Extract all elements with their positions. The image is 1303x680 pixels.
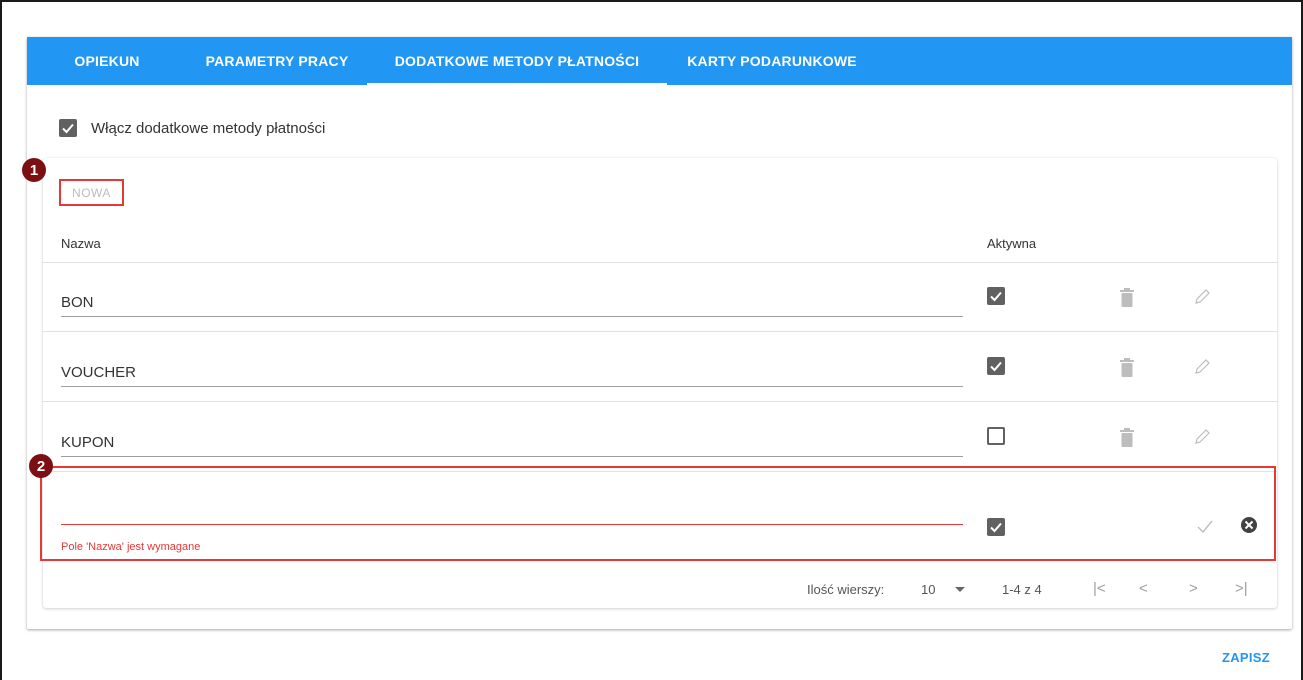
- next-page-icon[interactable]: >: [1189, 580, 1198, 597]
- prev-page-icon[interactable]: <: [1139, 580, 1148, 597]
- cancel-circle-icon[interactable]: [1240, 516, 1258, 534]
- first-page-icon[interactable]: |<: [1093, 580, 1106, 597]
- tab-parametry-pracy[interactable]: PARAMETRY PRACY: [187, 37, 367, 85]
- active-checkbox[interactable]: [987, 518, 1005, 536]
- trash-icon[interactable]: [1119, 288, 1135, 308]
- table-row: KUPON: [43, 403, 1277, 472]
- check-icon: [990, 522, 1002, 533]
- pagination: Ilość wierszy: 10 1-4 z 4 |< < > >|: [43, 570, 1277, 608]
- check-icon: [990, 291, 1002, 302]
- table-row: BON: [43, 263, 1277, 332]
- rows-per-page-label: Ilość wierszy:: [807, 582, 885, 597]
- active-checkbox[interactable]: [987, 287, 1005, 305]
- enable-payment-methods: Włącz dodatkowe metody płatności: [59, 119, 325, 137]
- column-header-name: Nazwa: [61, 236, 101, 251]
- tab-opiekun[interactable]: OPIEKUN: [27, 37, 187, 85]
- caret-down-icon[interactable]: [955, 587, 965, 592]
- confirm-check-icon[interactable]: [1196, 518, 1214, 534]
- active-checkbox[interactable]: [987, 427, 1005, 445]
- tab-karty-podarunkowe[interactable]: KARTY PODARUNKOWE: [667, 37, 877, 85]
- name-required-error: Pole 'Nazwa' jest wymagane: [61, 541, 201, 553]
- enable-label: Włącz dodatkowe metody płatności: [91, 119, 326, 137]
- column-header-active: Aktywna: [987, 236, 1037, 251]
- edit-pencil-icon[interactable]: [1193, 358, 1211, 376]
- name-field[interactable]: KUPON: [61, 427, 963, 457]
- annotation-badge-2: 2: [29, 454, 53, 478]
- name-field[interactable]: VOUCHER: [61, 357, 963, 387]
- rows-per-page-select[interactable]: 10: [921, 582, 935, 597]
- trash-icon[interactable]: [1119, 358, 1135, 378]
- save-button[interactable]: ZAPISZ: [1222, 650, 1270, 665]
- edit-pencil-icon[interactable]: [1193, 428, 1211, 446]
- table-row: VOUCHER: [43, 333, 1277, 402]
- check-icon: [990, 361, 1002, 372]
- tab-label: DODATKOWE METODY PŁATNOŚCI: [394, 53, 640, 69]
- check-icon: [62, 123, 74, 134]
- name-field[interactable]: BON: [61, 287, 963, 317]
- annotation-badge-1: 1: [22, 158, 46, 182]
- new-table-row: Pole 'Nazwa' jest wymagane: [43, 473, 1277, 570]
- edit-pencil-icon[interactable]: [1193, 288, 1211, 306]
- new-button[interactable]: NOWA: [59, 179, 124, 206]
- page-range: 1-4 z 4: [1002, 582, 1042, 597]
- enable-checkbox[interactable]: [59, 119, 77, 137]
- payment-methods-table: NOWA Nazwa Aktywna BON VOUCHER KUPON Pol…: [43, 158, 1277, 608]
- last-page-icon[interactable]: >|: [1235, 580, 1248, 597]
- new-name-input[interactable]: [61, 495, 963, 525]
- tab-dodatkowe-metody-platnosci[interactable]: DODATKOWE METODY PŁATNOŚCI: [367, 37, 667, 85]
- tab-bar: OPIEKUN PARAMETRY PRACY DODATKOWE METODY…: [27, 37, 1292, 85]
- active-checkbox[interactable]: [987, 357, 1005, 375]
- trash-icon[interactable]: [1119, 428, 1135, 448]
- payment-methods-card: OPIEKUN PARAMETRY PRACY DODATKOWE METODY…: [27, 37, 1292, 629]
- active-tab-indicator: [367, 83, 667, 85]
